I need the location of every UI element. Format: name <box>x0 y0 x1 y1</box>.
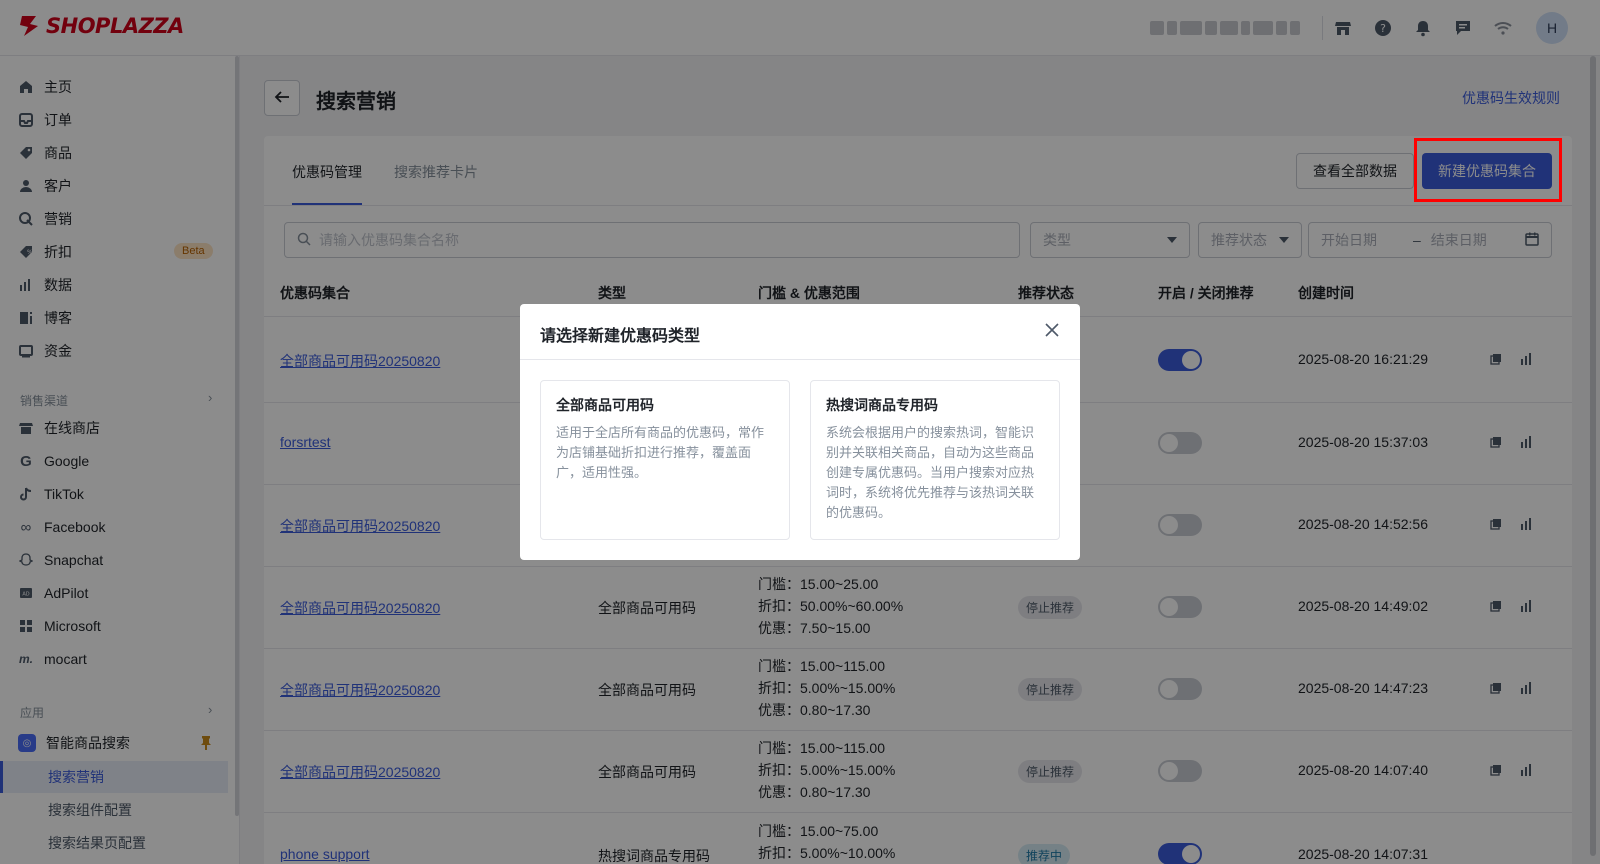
close-icon[interactable] <box>1042 320 1062 340</box>
option-title: 全部商品可用码 <box>556 397 654 413</box>
option-description: 适用于全店所有商品的优惠码，常作为店铺基础折扣进行推荐，覆盖面广，适用性强。 <box>556 425 765 480</box>
dialog-divider <box>520 359 1080 360</box>
option-all-products-code[interactable]: 全部商品可用码 适用于全店所有商品的优惠码，常作为店铺基础折扣进行推荐，覆盖面广… <box>540 380 790 540</box>
highlight-box <box>1414 138 1562 202</box>
option-hot-search-code[interactable]: 热搜词商品专用码 系统会根据用户的搜索热词，智能识别并关联相关商品，自动为这些商… <box>810 380 1060 540</box>
new-coupon-type-dialog: 请选择新建优惠码类型 全部商品可用码 适用于全店所有商品的优惠码，常作为店铺基础… <box>520 304 1080 560</box>
dialog-title: 请选择新建优惠码类型 <box>540 328 701 345</box>
option-description: 系统会根据用户的搜索热词，智能识别并关联相关商品，自动为这些商品创建专属优惠码。… <box>826 425 1035 520</box>
option-title: 热搜词商品专用码 <box>826 397 938 413</box>
